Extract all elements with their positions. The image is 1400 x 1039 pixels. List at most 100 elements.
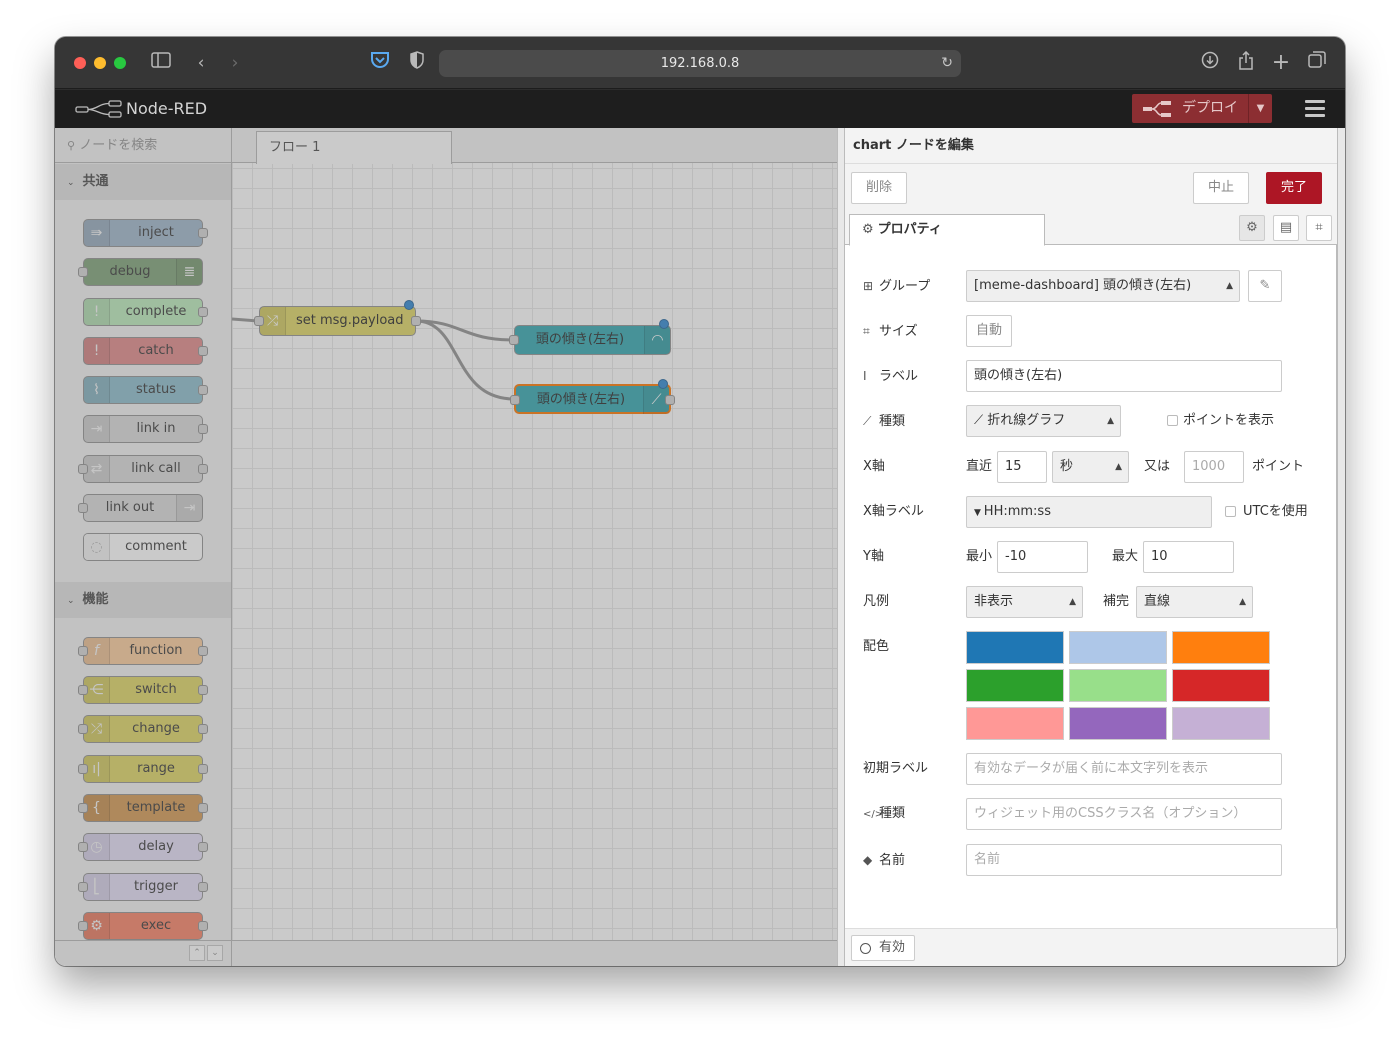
- color-swatch-6[interactable]: [1172, 669, 1270, 702]
- interpolation-select[interactable]: 直線 ▲: [1136, 586, 1253, 618]
- circle-icon: [860, 943, 871, 954]
- use-utc-label: UTCを使用: [1243, 504, 1308, 519]
- ymin-label: 最小: [966, 549, 993, 564]
- select-arrows-icon: ▲: [1107, 416, 1114, 426]
- pocket-icon[interactable]: [369, 51, 391, 75]
- ymin-input[interactable]: -10: [997, 541, 1088, 573]
- browser-toolbar: ‹ › 192.168.0.8 ↻ +: [55, 37, 1345, 89]
- name-input[interactable]: 名前: [966, 844, 1282, 876]
- deploy-button[interactable]: デプロイ ▼: [1132, 94, 1272, 123]
- delete-button[interactable]: 削除: [851, 172, 907, 204]
- row-type: ⟋ 種類 ⟋ 折れ線グラフ ▲ ポイントを表示: [863, 405, 1333, 439]
- use-utc-checkbox[interactable]: [1225, 506, 1236, 517]
- interpolation-label: 補完: [1103, 594, 1130, 609]
- colors-label: 配色: [863, 639, 890, 654]
- class-label: </>種類: [863, 798, 905, 831]
- tab-overview-icon[interactable]: [1306, 51, 1328, 75]
- tray-right-edge: [1337, 128, 1345, 966]
- edit-group-pencil-icon[interactable]: ✎: [1248, 270, 1282, 302]
- deploy-menu-caret-icon[interactable]: ▼: [1248, 94, 1272, 123]
- done-button[interactable]: 完了: [1266, 172, 1322, 204]
- class-label-text: 種類: [879, 806, 906, 821]
- color-swatch-1[interactable]: [966, 631, 1064, 664]
- xaxis-points-input[interactable]: 1000: [1184, 451, 1244, 483]
- shield-icon[interactable]: [407, 51, 427, 75]
- code-icon: </>: [863, 809, 884, 820]
- interpolation-value: 直線: [1144, 594, 1171, 609]
- xlabel-format-select[interactable]: ▼ HH:mm:ss: [966, 496, 1212, 528]
- tab-description-icon[interactable]: ▤: [1273, 215, 1299, 241]
- group-label: ⊞ グループ: [863, 270, 930, 303]
- deploy-icon: [1143, 101, 1171, 117]
- minimize-window-button[interactable]: [94, 57, 106, 69]
- tab-settings-cog-icon[interactable]: ⚙: [1239, 215, 1265, 241]
- color-swatch-3[interactable]: [1172, 631, 1270, 664]
- modal-dim-overlay[interactable]: [55, 128, 837, 966]
- tray-tabs: ⚙ プロパティ ⚙ ▤ ⌗: [845, 212, 1337, 246]
- select-arrows-icon: ▲: [1069, 597, 1076, 607]
- tray-title: chart ノードを編集: [845, 128, 1337, 164]
- label-input[interactable]: 頭の傾き(左右): [966, 360, 1282, 392]
- row-name: ◆ 名前 名前: [863, 844, 1333, 878]
- sidebar-icon[interactable]: [150, 51, 172, 75]
- name-label: ◆ 名前: [863, 844, 905, 877]
- legend-select[interactable]: 非表示 ▲: [966, 586, 1083, 618]
- share-icon[interactable]: [1235, 50, 1257, 75]
- address-bar[interactable]: 192.168.0.8 ↻: [439, 50, 961, 77]
- reload-icon[interactable]: ↻: [941, 50, 953, 77]
- nodered-body: ⚲ ノードを検索 ⌄ 共通 ⇛ inject debug ≣ ! complete: [55, 128, 1345, 966]
- enabled-toggle-button[interactable]: 有効: [851, 935, 915, 961]
- enabled-label: 有効: [879, 940, 906, 955]
- group-label-text: グループ: [879, 279, 931, 294]
- close-window-button[interactable]: [74, 57, 86, 69]
- color-swatch-5[interactable]: [1069, 669, 1167, 702]
- row-xaxis: X軸 直近 15 秒 ▲ 又は 1000 ポイント: [863, 451, 1333, 485]
- xaxis-unit-value: 秒: [1060, 459, 1074, 474]
- type-label-text: 種類: [879, 414, 906, 429]
- color-swatch-2[interactable]: [1069, 631, 1167, 664]
- resize-icon: ⌗: [863, 324, 870, 338]
- size-button[interactable]: 自動: [966, 315, 1012, 347]
- color-swatch-9[interactable]: [1172, 707, 1270, 740]
- show-points-checkbox[interactable]: [1167, 415, 1178, 426]
- type-label: ⟋ 種類: [863, 405, 905, 438]
- label-label: I ラベル: [863, 360, 918, 393]
- ymax-input[interactable]: 10: [1143, 541, 1234, 573]
- tab-appearance-icon[interactable]: ⌗: [1306, 215, 1332, 241]
- group-select[interactable]: [meme-dashboard] 頭の傾き(左右) ▲: [966, 270, 1240, 302]
- css-class-input[interactable]: ウィジェット用のCSSクラス名（オプション）: [966, 798, 1282, 830]
- xaxis-unit-select[interactable]: 秒 ▲: [1052, 451, 1129, 483]
- xaxis-label: X軸: [863, 459, 885, 474]
- edit-tray: chart ノードを編集 削除 中止 完了 ⚙ プロパティ ⚙ ▤ ⌗ ⊞ グループ…: [845, 128, 1337, 966]
- tray-resize-handle[interactable]: [837, 128, 845, 966]
- select-arrows-icon: ▲: [1239, 597, 1246, 607]
- zoom-window-button[interactable]: [114, 57, 126, 69]
- select-arrows-icon: ▲: [1226, 281, 1233, 291]
- download-icon[interactable]: [1199, 51, 1221, 75]
- cancel-button[interactable]: 中止: [1193, 172, 1249, 204]
- tab-properties[interactable]: ⚙ プロパティ: [849, 214, 1045, 246]
- color-swatch-4[interactable]: [966, 669, 1064, 702]
- initial-label-input[interactable]: 有効なデータが届く前に本文字列を表示: [966, 753, 1282, 785]
- browser-window: ‹ › 192.168.0.8 ↻ + Node-RED デプロイ ▼ ⚲ ノー…: [55, 37, 1345, 966]
- row-legend: 凡例 非表示 ▲ 補完 直線 ▲: [863, 586, 1333, 620]
- text-cursor-icon: I: [863, 369, 867, 383]
- tray-toolbar: 削除 中止 完了: [845, 164, 1337, 212]
- xaxis-duration-input[interactable]: 15: [997, 451, 1047, 483]
- tab-label: プロパティ: [877, 222, 942, 237]
- chart-type-select[interactable]: ⟋ 折れ線グラフ ▲: [966, 405, 1121, 437]
- row-initial-label: 初期ラベル 有効なデータが届く前に本文字列を表示: [863, 753, 1333, 787]
- forward-icon[interactable]: ›: [226, 51, 244, 75]
- tray-footer: 有効: [845, 928, 1337, 966]
- back-icon[interactable]: ‹: [192, 51, 210, 75]
- table-icon: ⊞: [863, 279, 874, 293]
- nodered-header: Node-RED デプロイ ▼: [55, 90, 1345, 128]
- main-menu-icon[interactable]: [1305, 100, 1325, 118]
- row-class: </>種類 ウィジェット用のCSSクラス名（オプション）: [863, 798, 1333, 832]
- show-points-label: ポイントを表示: [1183, 413, 1275, 428]
- new-tab-icon[interactable]: +: [1270, 51, 1292, 75]
- caret-down-icon: ▼: [974, 508, 984, 518]
- color-swatch-7[interactable]: [966, 707, 1064, 740]
- color-swatch-8[interactable]: [1069, 707, 1167, 740]
- row-colors: 配色: [863, 631, 1333, 751]
